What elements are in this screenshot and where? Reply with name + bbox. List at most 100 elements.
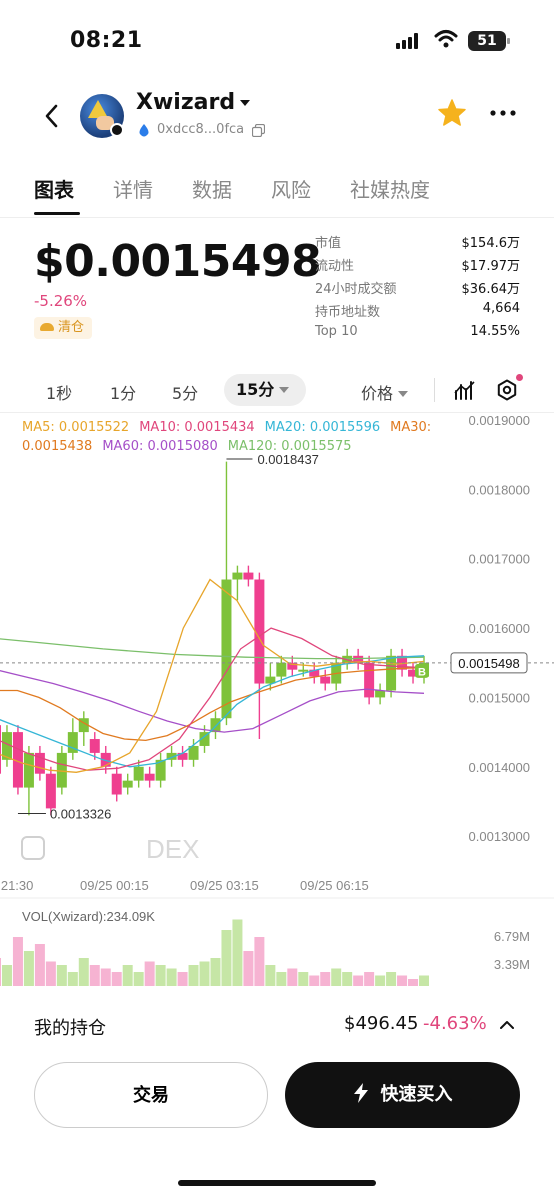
volume-bar (1, 965, 12, 986)
tab-chart[interactable]: 图表 (34, 174, 74, 203)
y-tick-label: 0.0017000 (469, 552, 530, 567)
indicator-icon[interactable] (454, 379, 476, 401)
y-tick-label: 0.0016000 (469, 621, 530, 636)
chevron-down-icon[interactable] (240, 100, 250, 106)
chevron-down-icon (398, 391, 409, 397)
volume-bar (287, 968, 298, 986)
candle-body (89, 739, 100, 753)
volume-bar (23, 951, 34, 986)
stat-value: $154.6万 (461, 236, 521, 251)
tab-social[interactable]: 社媒热度 (350, 174, 430, 203)
y-tick-label: 0.0014000 (469, 760, 530, 775)
wifi-icon (434, 30, 458, 48)
token-name[interactable]: Xwizard (136, 90, 235, 115)
volume-bar (419, 975, 429, 986)
tab-data[interactable]: 数据 (192, 174, 232, 203)
ma10-value: MA10: 0.0015434 (139, 420, 255, 435)
stat-row: Top 10 14.55% (315, 324, 520, 347)
stat-value: 4,664 (482, 301, 520, 316)
volume-bar (45, 961, 56, 986)
ma30-label: MA30: (390, 420, 432, 435)
trade-button[interactable]: 交易 (34, 1062, 268, 1128)
ma30-value: 0.0015438 (22, 439, 93, 454)
more-options-icon[interactable] (490, 110, 516, 116)
ma5-value: MA5: 0.0015522 (22, 420, 130, 435)
volume-bar (199, 961, 210, 986)
candle-body (144, 773, 155, 781)
stat-row: 市值 $154.6万 (315, 232, 520, 255)
holdings-label: 我的持仓 (34, 1018, 106, 1039)
bottom-panel: 我的持仓 $496.45 -4.63% 交易 快速买入 (0, 986, 554, 1200)
ma120-line (0, 638, 425, 660)
ma20-value: MA20: 0.0015596 (264, 420, 381, 435)
quick-buy-button[interactable]: 快速买入 (285, 1062, 520, 1128)
volume-bar (320, 972, 331, 986)
tab-risk[interactable]: 风险 (271, 174, 311, 203)
chain-badge-icon (110, 123, 124, 137)
token-stats: 市值 $154.6万 流动性 $17.97万 24小时成交额 $36.64万 持币地址… (315, 232, 520, 347)
y-tick-label: 0.0018000 (469, 482, 530, 497)
token-header: Xwizard 0xdcc8...0fca (0, 88, 554, 148)
interval-15m-label: 15分 (236, 380, 275, 399)
volume-bar (100, 968, 111, 986)
interval-1m[interactable]: 1分 (110, 380, 136, 404)
stat-key: 24小时成交额 (315, 282, 397, 297)
candle-body (232, 572, 243, 580)
stat-value: $36.64万 (461, 282, 521, 297)
candle-body (298, 669, 309, 672)
stat-key: 持币地址数 (315, 305, 381, 320)
low-price-label: 0.0013326 (50, 807, 111, 822)
candle-body (320, 676, 331, 684)
volume-bar (265, 965, 276, 986)
volume-bar (12, 937, 23, 986)
home-indicator (178, 1180, 376, 1186)
interval-5m[interactable]: 5分 (172, 380, 198, 404)
volume-bar (56, 965, 67, 986)
ma-legend: MA5: 0.0015522 MA10: 0.0015434 MA20: 0.001… (22, 418, 442, 456)
interval-15m[interactable]: 15分 (224, 374, 306, 406)
x-tick-label: 09/25 03:15 (190, 878, 259, 893)
candle-body (0, 725, 1, 774)
chevron-up-icon[interactable] (500, 1020, 514, 1030)
holdings-change: -4.63% (423, 1013, 487, 1034)
back-arrow-icon[interactable] (40, 102, 64, 130)
interval-1s[interactable]: 1秒 (46, 380, 72, 404)
status-badge-label: 清仓 (58, 320, 85, 335)
x-tick-label: 4 21:30 (0, 878, 33, 893)
y-tick-label: 0.0013000 (469, 829, 530, 844)
contract-address: 0xdcc8...0fca (157, 122, 245, 137)
settings-icon[interactable] (496, 379, 518, 401)
stat-key: 市值 (315, 236, 342, 251)
ma10-line (0, 627, 425, 771)
current-price-label: 0.0015498 (458, 656, 519, 671)
stat-row: 流动性 $17.97万 (315, 255, 520, 278)
copy-icon[interactable] (252, 124, 265, 137)
volume-bar (232, 919, 243, 986)
volume-bar (364, 972, 375, 986)
price-type-select[interactable]: 价格 (361, 380, 409, 404)
lightning-icon (353, 1083, 368, 1103)
watermark-text: DEX (146, 834, 199, 864)
volume-bar (111, 972, 122, 986)
x-tick-label: 09/25 06:15 (300, 878, 369, 893)
volume-bar (221, 930, 232, 986)
volume-bar (122, 965, 133, 986)
stat-row: 持币地址数 4,664 (315, 301, 520, 324)
volume-bar (67, 972, 78, 986)
favorite-star-icon[interactable] (437, 98, 467, 128)
volume-bar (144, 961, 155, 986)
detail-tabs: 图表 详情 数据 风险 社媒热度 (0, 168, 554, 218)
holdings-value: $496.45 (344, 1013, 419, 1034)
status-bar: 08:21 51 (0, 0, 554, 80)
candle-body (221, 579, 232, 719)
volume-bar (34, 944, 45, 986)
candlestick-chart[interactable]: 0.0019000 0.0018000 0.0017000 0.0016000 0.00… (0, 412, 554, 1002)
y-tick-label: 0.0019000 (469, 413, 530, 428)
candle-body (375, 690, 386, 698)
tab-details[interactable]: 详情 (113, 174, 153, 203)
volume-bar (353, 975, 364, 986)
stat-key: Top 10 (315, 324, 358, 339)
candle-body (122, 780, 133, 788)
volume-bar (133, 972, 144, 986)
cellular-signal-icon (396, 33, 418, 49)
